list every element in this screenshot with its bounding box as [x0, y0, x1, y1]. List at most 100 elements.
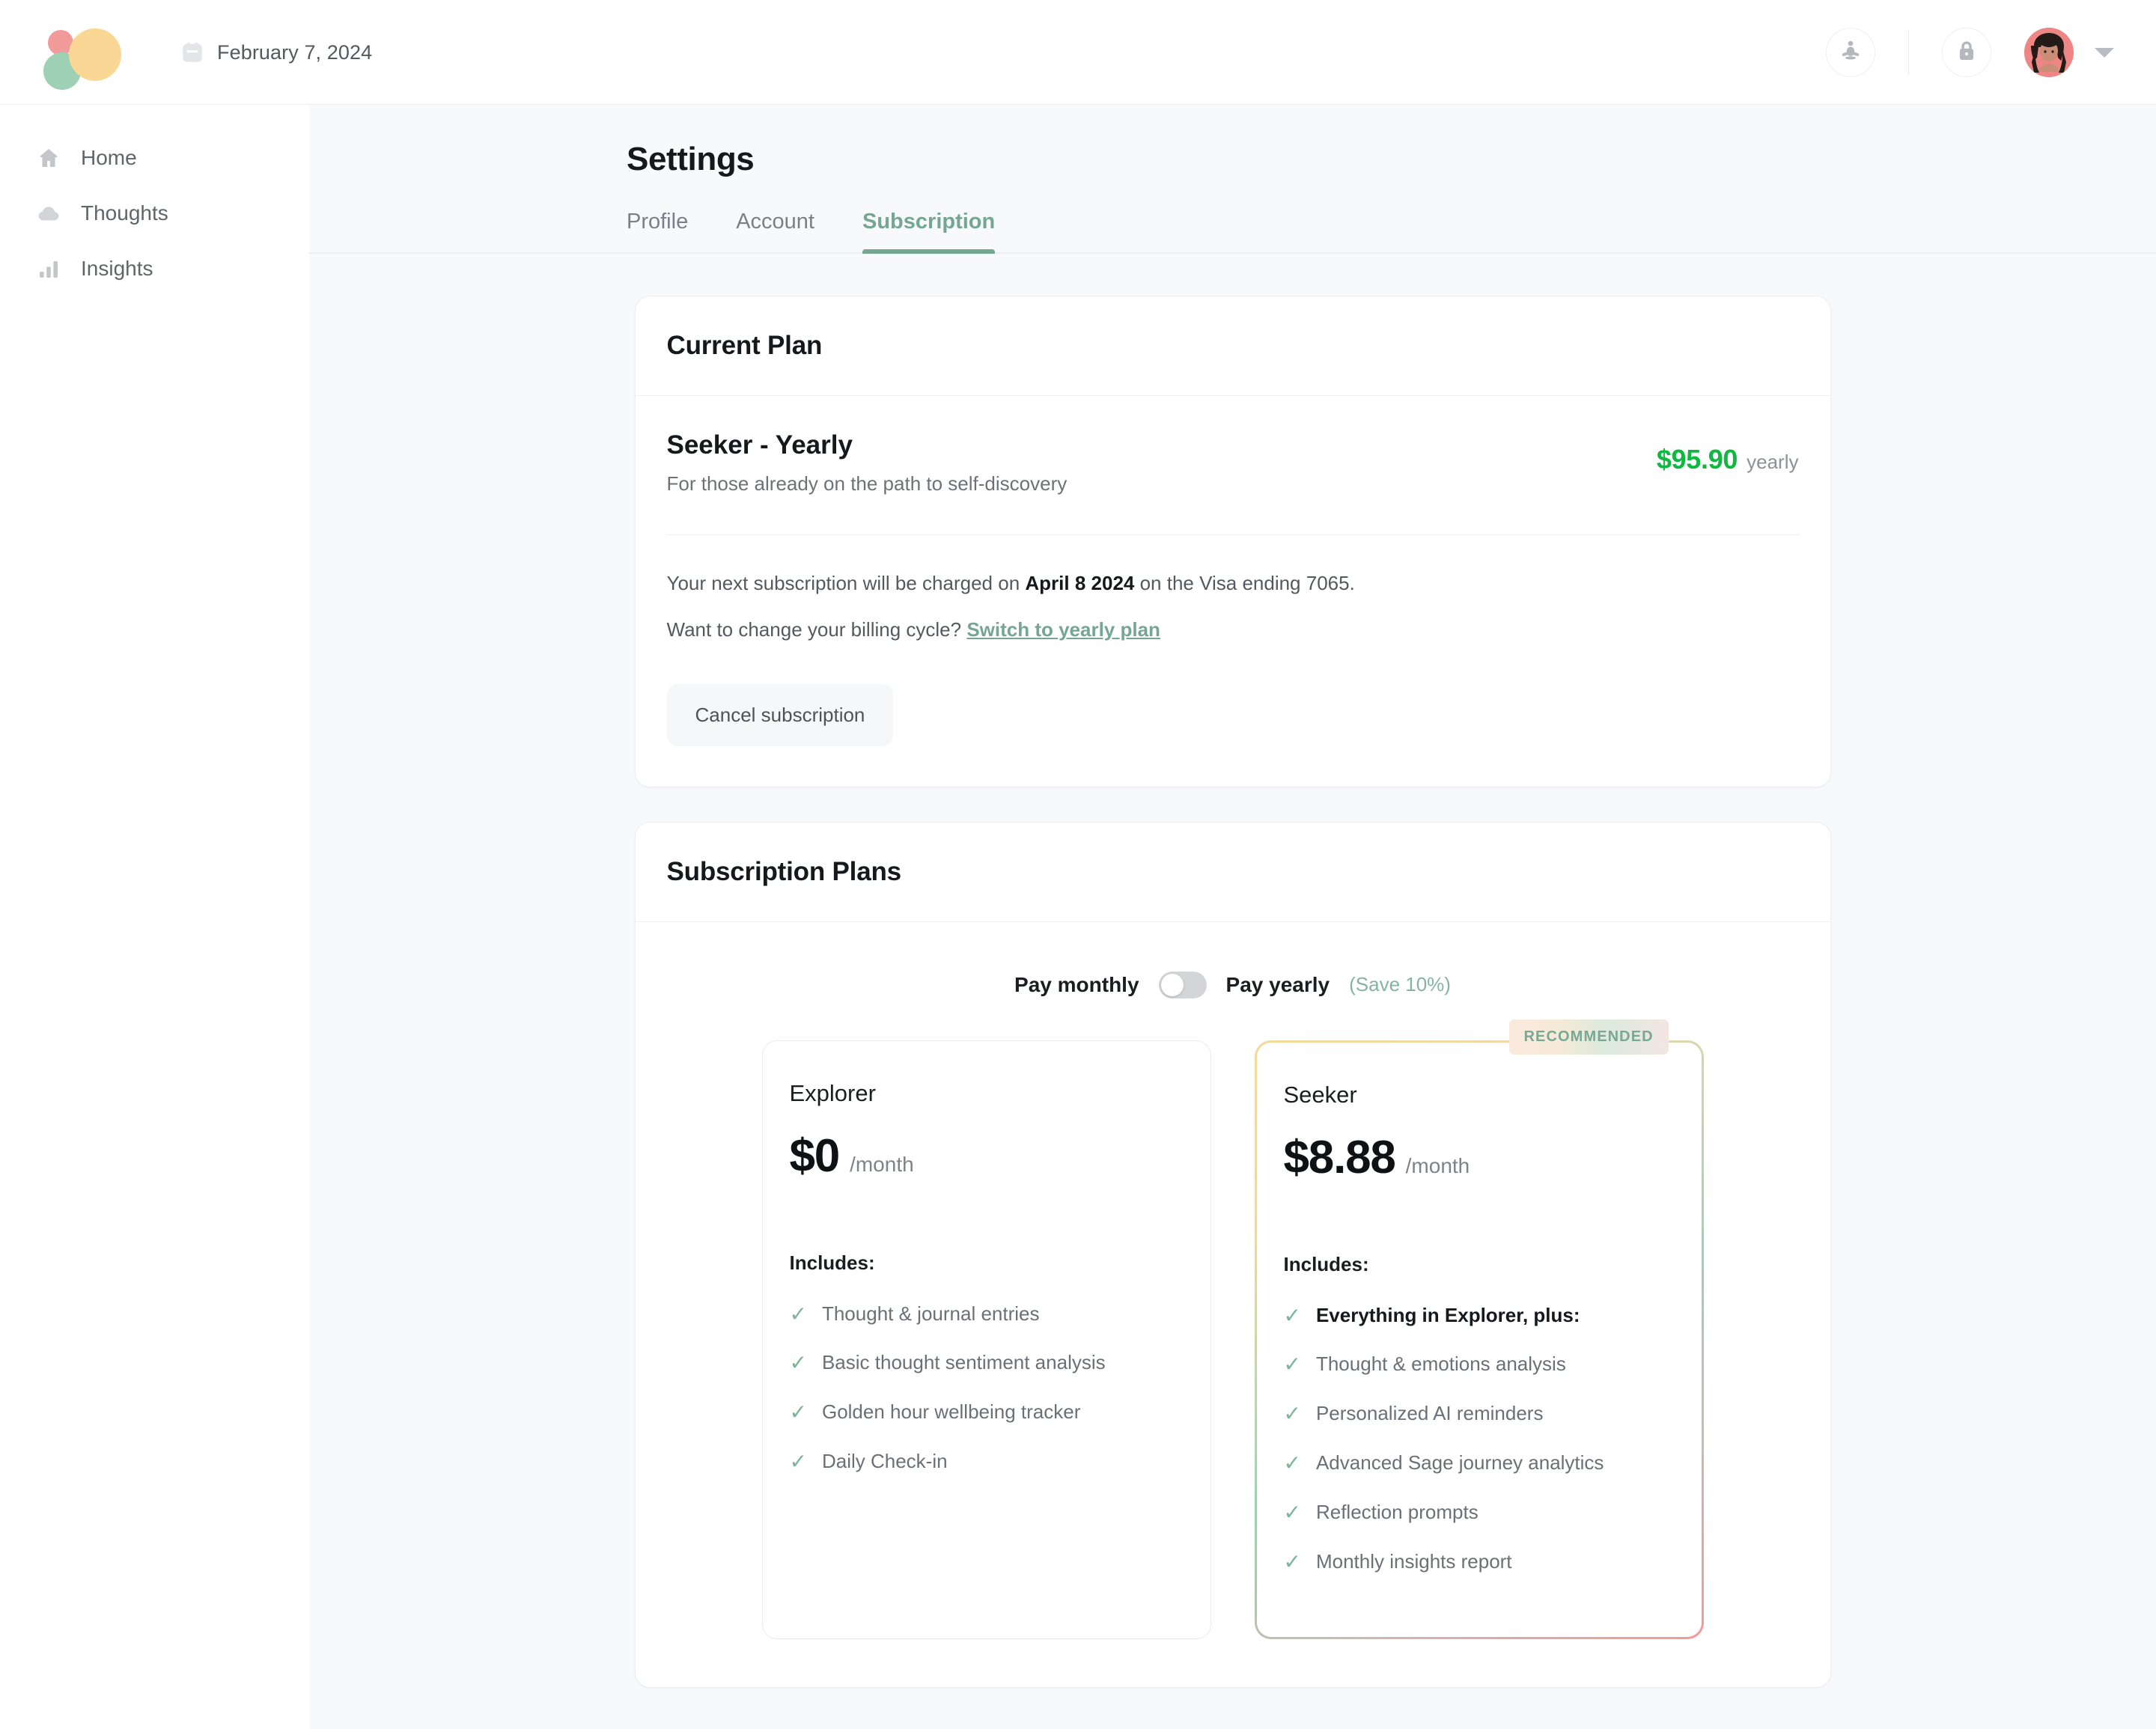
current-plan-name: Seeker - Yearly — [667, 430, 1068, 460]
subscription-plans-body: Pay monthly Pay yearly (Save 10%) Explor… — [636, 922, 1830, 1688]
plan-feature: ✓ Reflection prompts — [1284, 1498, 1675, 1527]
subscription-plans-header: Subscription Plans — [636, 823, 1830, 922]
sidebar-item-label: Home — [81, 146, 137, 170]
check-icon: ✓ — [1284, 1400, 1301, 1428]
plan-feature: ✓ Monthly insights report — [1284, 1548, 1675, 1576]
top-bar: February 7, 2024 — [0, 0, 2156, 105]
sidebar-item-home[interactable]: Home — [0, 130, 309, 186]
logo-circle-yellow — [69, 28, 121, 81]
lock-button[interactable] — [1942, 28, 1991, 77]
plan-feature: ✓ Basic thought sentiment analysis — [790, 1349, 1184, 1377]
tab-account[interactable]: Account — [736, 210, 814, 254]
plan-feature-label: Reflection prompts — [1316, 1498, 1479, 1526]
plan-feature-label: Everything in Explorer, plus: — [1316, 1302, 1580, 1329]
current-plan-heading: Current Plan — [667, 331, 1799, 361]
billing-cycle-text: Want to change your billing cycle? Switc… — [667, 615, 1799, 644]
next-charge-date: April 8 2024 — [1025, 572, 1134, 594]
plan-feature: ✓ Thought & journal entries — [790, 1300, 1184, 1329]
plan-feature: ✓ Thought & emotions analysis — [1284, 1350, 1675, 1379]
page-title: Settings — [627, 141, 2156, 178]
calendar-icon — [180, 40, 205, 65]
plan-feature-label: Daily Check-in — [822, 1448, 948, 1475]
lock-icon — [1955, 39, 1979, 67]
plan-price-row: $8.88 /month — [1284, 1131, 1675, 1184]
page-header: Settings Profile Account Subscription — [309, 105, 2156, 254]
settings-content: Current Plan Seeker - Yearly For those a… — [309, 254, 2156, 1688]
recommended-badge: RECOMMENDED — [1509, 1019, 1669, 1055]
check-icon: ✓ — [1284, 1498, 1301, 1527]
subscription-plans-card: Subscription Plans Pay monthly Pay yearl… — [635, 822, 1831, 1689]
current-plan-summary: Seeker - Yearly For those already on the… — [667, 430, 1799, 495]
billing-cycle-switch[interactable] — [1159, 972, 1207, 998]
plan-name: Seeker — [1284, 1082, 1675, 1109]
next-charge-text: Your next subscription will be charged o… — [667, 568, 1799, 598]
tab-subscription[interactable]: Subscription — [862, 210, 995, 254]
plan-price-row: $0 /month — [790, 1129, 1184, 1183]
pay-yearly-label[interactable]: Pay yearly — [1226, 973, 1330, 997]
meditation-pose-button[interactable] — [1826, 28, 1875, 77]
avatar[interactable] — [2024, 28, 2074, 77]
main-content: Settings Profile Account Subscription Cu… — [309, 105, 2156, 1729]
tab-profile[interactable]: Profile — [627, 210, 688, 254]
settings-tabs: Profile Account Subscription — [627, 210, 2156, 254]
cloud-icon — [36, 201, 61, 226]
plan-feature-label: Basic thought sentiment analysis — [822, 1349, 1106, 1376]
check-icon: ✓ — [790, 1398, 807, 1427]
subscription-plans-heading: Subscription Plans — [667, 857, 1799, 887]
sidebar-item-thoughts[interactable]: Thoughts — [0, 186, 309, 241]
bar-chart-icon — [36, 256, 61, 281]
home-icon — [36, 145, 61, 171]
plan-card-explorer[interactable]: Explorer $0 /month Includes: ✓ Thought — [762, 1040, 1211, 1640]
current-plan-description: For those already on the path to self-di… — [667, 472, 1068, 495]
plan-feature: ✓ Daily Check-in — [790, 1448, 1184, 1476]
plan-feature-label: Golden hour wellbeing tracker — [822, 1398, 1080, 1426]
sidebar-item-label: Insights — [81, 257, 153, 281]
check-icon: ✓ — [790, 1349, 807, 1377]
app-logo-icon[interactable] — [39, 22, 108, 82]
sidebar-item-insights[interactable]: Insights — [0, 241, 309, 296]
plan-price-period: /month — [1406, 1154, 1470, 1178]
switch-plan-link[interactable]: Switch to yearly plan — [966, 618, 1160, 641]
meditation-pose-icon — [1838, 38, 1863, 67]
current-plan-info: Seeker - Yearly For those already on the… — [667, 430, 1068, 495]
plan-feature: ✓ Golden hour wellbeing tracker — [790, 1398, 1184, 1427]
top-bar-actions — [1826, 28, 2114, 77]
plan-feature-label: Thought & journal entries — [822, 1300, 1040, 1328]
plan-feature: ✓ Advanced Sage journey analytics — [1284, 1449, 1675, 1478]
current-plan-header: Current Plan — [636, 296, 1830, 396]
pay-monthly-label[interactable]: Pay monthly — [1014, 973, 1139, 997]
plan-feature-label: Personalized AI reminders — [1316, 1400, 1543, 1427]
plan-feature-list: ✓ Everything in Explorer, plus: ✓ Though… — [1284, 1302, 1675, 1576]
plan-card-seeker[interactable]: RECOMMENDED Seeker $8.88 /month Includes… — [1255, 1040, 1704, 1640]
check-icon: ✓ — [1284, 1449, 1301, 1478]
sidebar-item-label: Thoughts — [81, 201, 168, 225]
plan-price: $8.88 — [1284, 1131, 1395, 1184]
plan-feature-label: Advanced Sage journey analytics — [1316, 1449, 1604, 1477]
divider — [667, 534, 1799, 535]
plan-feature: ✓ Personalized AI reminders — [1284, 1400, 1675, 1428]
current-date: February 7, 2024 — [217, 41, 372, 64]
divider — [1908, 30, 1909, 75]
cancel-subscription-button[interactable]: Cancel subscription — [667, 684, 894, 746]
check-icon: ✓ — [790, 1448, 807, 1476]
plan-feature-list: ✓ Thought & journal entries ✓ Basic thou… — [790, 1300, 1184, 1476]
plan-cards: Explorer $0 /month Includes: ✓ Thought — [667, 1040, 1799, 1647]
current-plan-body: Seeker - Yearly For those already on the… — [636, 396, 1830, 787]
check-icon: ✓ — [790, 1300, 807, 1329]
app-root: February 7, 2024 — [0, 0, 2156, 1729]
app-body: Home Thoughts Insights — [0, 105, 2156, 1729]
chevron-down-icon[interactable] — [2095, 48, 2114, 58]
billing-cycle-prefix: Want to change your billing cycle? — [667, 618, 967, 641]
check-icon: ✓ — [1284, 1350, 1301, 1379]
plan-feature-label: Monthly insights report — [1316, 1548, 1512, 1576]
includes-label: Includes: — [790, 1251, 1184, 1275]
date-display[interactable]: February 7, 2024 — [180, 40, 372, 65]
current-plan-price-group: $95.90 yearly — [1657, 430, 1799, 475]
next-charge-suffix: on the Visa ending 7065. — [1134, 572, 1354, 594]
plan-feature-label: Thought & emotions analysis — [1316, 1350, 1566, 1378]
sidebar: Home Thoughts Insights — [0, 105, 309, 1729]
check-icon: ✓ — [1284, 1548, 1301, 1576]
current-plan-price: $95.90 — [1657, 444, 1738, 475]
save-percentage-note: (Save 10%) — [1349, 973, 1451, 996]
check-icon: ✓ — [1284, 1302, 1301, 1330]
